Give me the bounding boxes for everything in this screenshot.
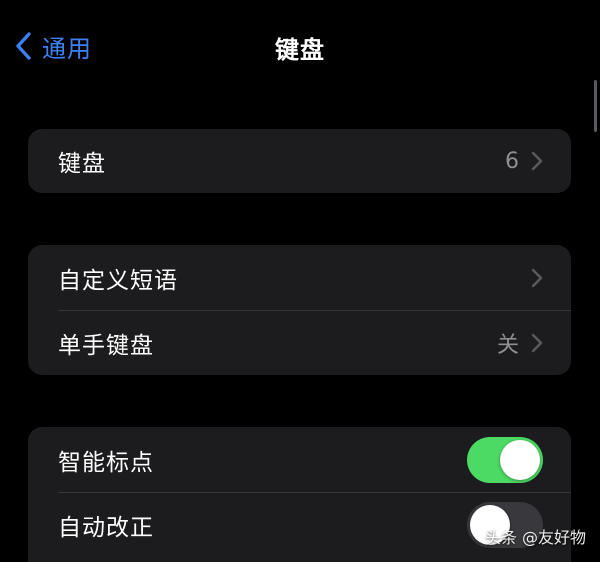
one-handed-keyboard-row[interactable]: 单手键盘 关 [28, 310, 571, 375]
keyboards-group: 键盘 6 [28, 129, 571, 193]
keyboard-settings-screen: 通用 键盘 键盘 6 自定义短语 单手键盘 关 智能标点 自动改正 头条 @友好… [0, 0, 600, 562]
page-title: 键盘 [275, 36, 325, 64]
chevron-right-icon [531, 151, 543, 171]
one-handed-keyboard-label: 单手键盘 [58, 332, 154, 359]
chevron-right-icon [531, 268, 543, 287]
auto-correction-label: 自动改正 [58, 514, 154, 541]
keyboards-row-label: 键盘 [58, 151, 106, 177]
smart-punctuation-label: 智能标点 [58, 449, 154, 476]
text-replacement-group: 自定义短语 单手键盘 关 [28, 245, 571, 375]
text-replacement-label: 自定义短语 [58, 267, 178, 294]
keyboards-row[interactable]: 键盘 6 [28, 129, 571, 193]
text-replacement-row[interactable]: 自定义短语 [28, 245, 571, 310]
scroll-indicator [594, 80, 597, 132]
watermark: 头条 @友好物 [484, 528, 586, 547]
one-handed-keyboard-value: 关 [496, 332, 519, 358]
navigation-bar: 通用 键盘 [0, 0, 600, 92]
keyboards-count: 6 [505, 148, 519, 174]
smart-punctuation-toggle[interactable] [467, 436, 543, 483]
smart-punctuation-row: 智能标点 [28, 427, 571, 492]
toggle-knob [500, 439, 540, 480]
chevron-right-icon [531, 333, 543, 352]
